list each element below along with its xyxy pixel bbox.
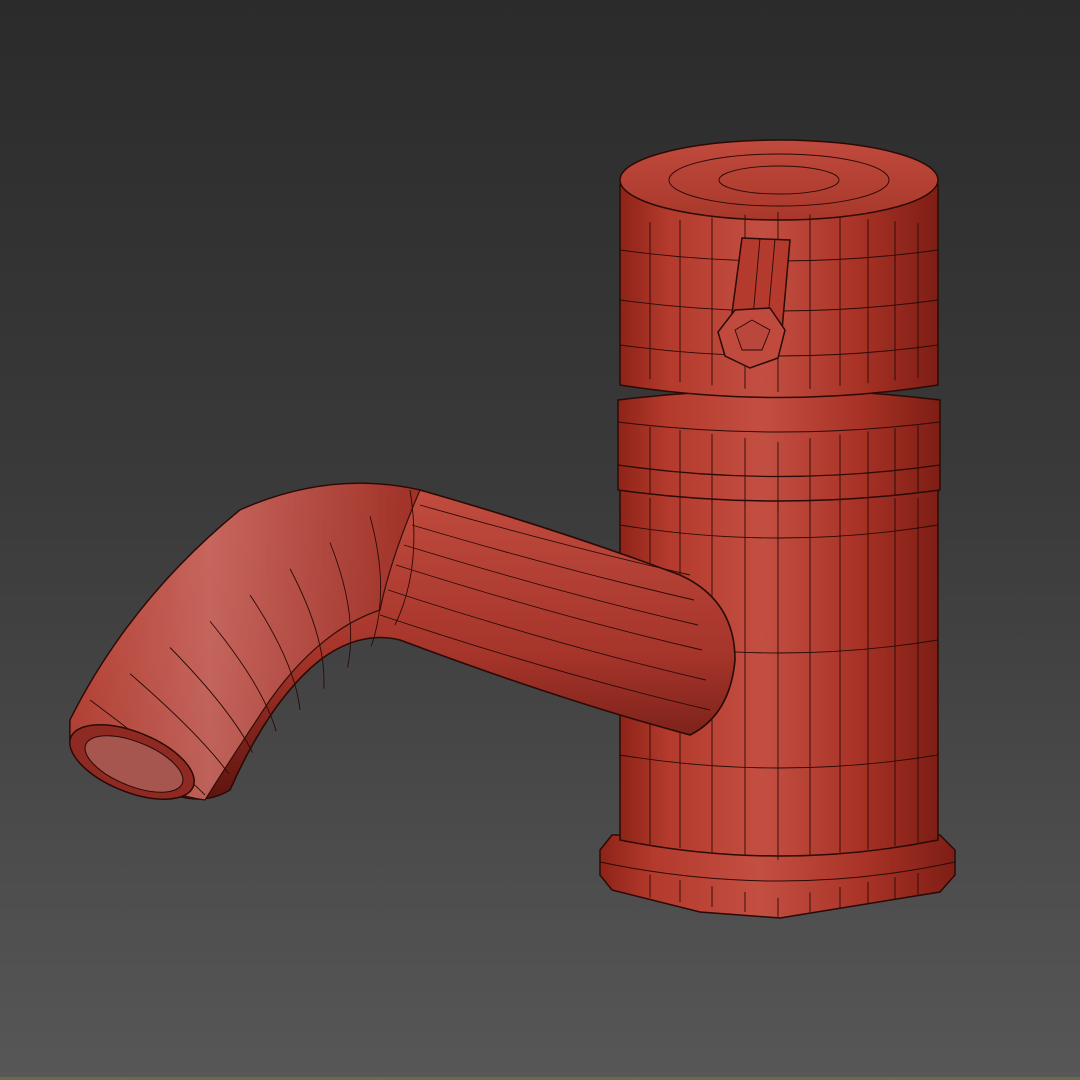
faucet-model[interactable] <box>0 0 1080 1080</box>
3d-viewport[interactable] <box>0 0 1080 1080</box>
collar-ring <box>617 389 941 512</box>
